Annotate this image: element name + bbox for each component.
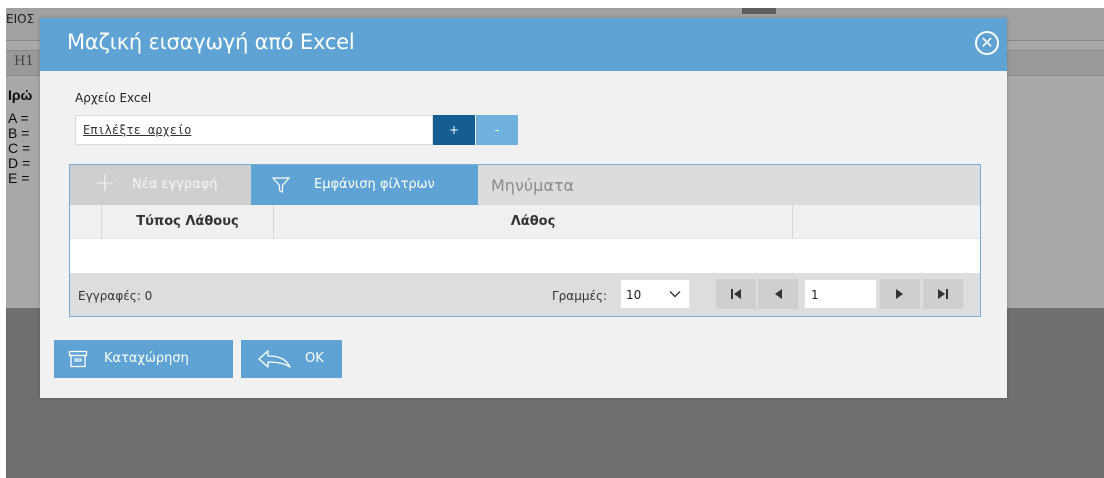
file-input[interactable]: Επιλέξτε αρχείο bbox=[75, 115, 433, 145]
column-separator bbox=[792, 205, 793, 239]
dialog-header: Μαζική εισαγωγή από Excel ✕ bbox=[40, 18, 1007, 71]
plus-icon: + bbox=[94, 168, 116, 198]
save-button[interactable]: Καταχώρηση bbox=[54, 340, 233, 378]
rows-per-page-value: 10 bbox=[626, 288, 642, 302]
bulk-import-dialog: Μαζική εισαγωγή από Excel ✕ Αρχείο Excel… bbox=[40, 18, 1007, 398]
previous-page-button[interactable] bbox=[758, 279, 798, 309]
last-page-button[interactable] bbox=[923, 279, 963, 309]
dialog-title: Μαζική εισαγωγή από Excel bbox=[67, 30, 355, 54]
archive-box-icon bbox=[68, 350, 88, 368]
next-page-button[interactable] bbox=[880, 279, 920, 309]
grid-footer: Εγγραφές: 0 Γραμμές: 10 1 bbox=[70, 273, 980, 316]
ok-button[interactable]: OK bbox=[241, 340, 342, 378]
close-button[interactable]: ✕ bbox=[975, 31, 999, 55]
column-header-error-type[interactable]: Τύπος Λάθους bbox=[102, 214, 273, 229]
next-page-icon bbox=[896, 289, 903, 299]
add-file-button[interactable]: + bbox=[433, 115, 475, 145]
page-number-input[interactable]: 1 bbox=[804, 279, 877, 309]
new-record-button[interactable]: + Νέα εγγραφή bbox=[70, 165, 251, 205]
save-label: Καταχώρηση bbox=[104, 351, 189, 366]
last-page-icon bbox=[938, 289, 948, 299]
ok-label: OK bbox=[305, 351, 324, 366]
messages-grid: + Νέα εγγραφή Εμφάνιση φίλτρων Μηνύματα … bbox=[69, 164, 981, 317]
new-record-label: Νέα εγγραφή bbox=[132, 177, 218, 192]
remove-file-button[interactable]: - bbox=[476, 115, 518, 145]
first-page-button[interactable] bbox=[716, 279, 756, 309]
grid-header: Τύπος Λάθους Λάθος bbox=[70, 205, 980, 239]
rows-per-page-select[interactable]: 10 bbox=[620, 279, 690, 309]
filter-icon bbox=[271, 177, 291, 193]
chevron-down-icon bbox=[669, 291, 681, 298]
records-count: Εγγραφές: 0 bbox=[78, 289, 153, 303]
show-filters-label: Εμφάνιση φίλτρων bbox=[314, 177, 435, 192]
column-header-error[interactable]: Λάθος bbox=[274, 214, 792, 229]
previous-page-icon bbox=[775, 289, 782, 299]
grid-toolbar: + Νέα εγγραφή Εμφάνιση φίλτρων Μηνύματα bbox=[70, 165, 980, 205]
file-label: Αρχείο Excel bbox=[75, 91, 152, 105]
tab-messages[interactable]: Μηνύματα bbox=[491, 176, 574, 195]
show-filters-button[interactable]: Εμφάνιση φίλτρων bbox=[251, 165, 478, 205]
back-arrow-icon bbox=[258, 350, 291, 368]
first-page-icon bbox=[731, 289, 741, 299]
rows-per-page-label: Γραμμές: bbox=[552, 289, 608, 303]
close-icon: ✕ bbox=[980, 33, 994, 52]
